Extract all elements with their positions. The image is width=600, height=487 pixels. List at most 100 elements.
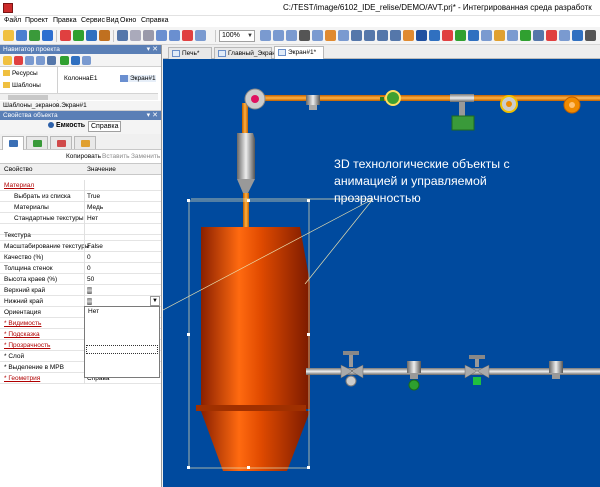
delete-item-icon[interactable] <box>14 56 23 65</box>
prop-row-materials[interactable]: Материалы Медь <box>0 202 161 213</box>
prop-row-texture[interactable]: Текстура <box>0 230 161 241</box>
polygon-icon[interactable] <box>377 30 388 41</box>
actuator-motor[interactable] <box>451 115 475 131</box>
paste-icon[interactable] <box>169 30 180 41</box>
menu-edit[interactable]: Правка <box>53 17 77 24</box>
dropdown-button[interactable]: ▼ <box>150 296 160 306</box>
back-icon[interactable] <box>25 56 34 65</box>
tab-screen1[interactable]: Экран#1* <box>274 46 324 59</box>
input-widget-icon[interactable] <box>507 30 518 41</box>
pointer-icon[interactable] <box>299 30 310 41</box>
save-all-icon[interactable] <box>42 30 53 41</box>
copy-icon[interactable] <box>156 30 167 41</box>
grid-icon[interactable] <box>195 30 206 41</box>
ellipse-icon[interactable] <box>364 30 375 41</box>
frame-widget-icon[interactable] <box>572 30 583 41</box>
filter[interactable] <box>237 133 255 179</box>
delete-icon[interactable] <box>182 30 193 41</box>
text-icon[interactable] <box>338 30 349 41</box>
paste-button[interactable]: Вставить <box>102 151 130 163</box>
feed-pipe[interactable] <box>243 193 249 227</box>
settings-icon[interactable] <box>99 30 110 41</box>
dropdown-option-none[interactable]: Нет <box>88 308 99 315</box>
alarm-icon[interactable] <box>442 30 453 41</box>
panel-close-icon[interactable]: ▾ ✕ <box>147 45 158 54</box>
tab-main-screen[interactable]: Главный_Экран <box>214 47 276 59</box>
edge-shape-dropdown[interactable]: Нет <box>84 306 160 378</box>
menu-project[interactable]: Проект <box>25 17 48 24</box>
combo-widget-icon[interactable] <box>559 30 570 41</box>
slider-icon[interactable] <box>494 30 505 41</box>
gas-sensor[interactable] <box>407 361 421 373</box>
add-icon[interactable] <box>29 30 40 41</box>
redo-icon[interactable] <box>130 30 141 41</box>
menu-service[interactable]: Сервис <box>81 17 105 24</box>
list-item-column[interactable]: КолоннаЕ1 <box>64 75 97 82</box>
prop-row-quality[interactable]: Качество (%) 0 <box>0 252 161 263</box>
undo-icon[interactable] <box>117 30 128 41</box>
zoom-fit-icon[interactable] <box>286 30 297 41</box>
image-icon[interactable] <box>403 30 414 41</box>
vertical-pipe[interactable] <box>242 103 248 133</box>
new-folder-icon[interactable] <box>3 56 12 65</box>
zoom-in-icon[interactable] <box>260 30 271 41</box>
list-item-screen[interactable]: Экран#1 <box>120 75 156 82</box>
prop-row-wall[interactable]: Толщина стенок 0 <box>0 263 161 274</box>
tab-animation[interactable] <box>74 136 96 149</box>
arrow-icon[interactable] <box>312 30 323 41</box>
line-icon[interactable] <box>325 30 336 41</box>
menu-help[interactable]: Справка <box>141 17 168 24</box>
tab-furnace[interactable]: Печь* <box>168 47 212 59</box>
properties-icon[interactable] <box>71 56 80 65</box>
table-icon[interactable] <box>468 30 479 41</box>
run-icon[interactable] <box>60 30 71 41</box>
list-widget-icon[interactable] <box>533 30 544 41</box>
menu-view[interactable]: Вид <box>106 17 119 24</box>
trend-icon[interactable] <box>455 30 466 41</box>
zoom-select[interactable]: 100% ▼ <box>219 30 255 42</box>
tab-object[interactable]: Емкость <box>48 122 85 129</box>
indicator-icon[interactable] <box>546 30 557 41</box>
menu-file[interactable]: Файл <box>4 17 21 24</box>
prop-row-material[interactable]: Материал <box>0 180 161 191</box>
view-icon[interactable] <box>82 56 91 65</box>
navigator-scrollbar[interactable] <box>0 93 158 100</box>
replace-button[interactable]: Заменить <box>131 151 160 163</box>
vessel[interactable] <box>201 227 310 409</box>
prop-row-textures[interactable]: Стандартные текстуры Нет <box>0 213 161 224</box>
sensor[interactable] <box>306 95 320 105</box>
dropdown-option-selected[interactable] <box>86 345 158 354</box>
prop-row-choose[interactable]: Выбрать из списка True <box>0 191 161 202</box>
home-icon[interactable] <box>47 56 56 65</box>
gas-sensor-2[interactable] <box>549 361 563 373</box>
refresh-icon[interactable] <box>60 56 69 65</box>
prop-row-edge-height[interactable]: Высота краев (%) 50 <box>0 274 161 285</box>
tab-styles[interactable] <box>50 136 72 149</box>
design-canvas[interactable] <box>163 59 600 487</box>
checkbox-widget-icon[interactable] <box>520 30 531 41</box>
gauge-icon[interactable] <box>429 30 440 41</box>
prop-row-texture-scale[interactable]: Масштабирование текстуры False <box>0 241 161 252</box>
prop-row-top-edge[interactable]: Верхний край <box>0 285 161 296</box>
more-tools-icon[interactable] <box>585 30 596 41</box>
rectangle-icon[interactable] <box>351 30 362 41</box>
cut-icon[interactable] <box>143 30 154 41</box>
forward-icon[interactable] <box>36 56 45 65</box>
build-icon[interactable] <box>73 30 84 41</box>
actuator[interactable] <box>450 94 474 102</box>
button-widget-icon[interactable] <box>481 30 492 41</box>
menu-window[interactable]: Окно <box>120 17 136 24</box>
top-pipe[interactable] <box>253 95 600 101</box>
tab-help[interactable]: Справка <box>88 121 122 132</box>
tab-events[interactable] <box>26 136 48 149</box>
tab-properties[interactable] <box>2 136 24 150</box>
zoom-out-icon[interactable] <box>273 30 284 41</box>
tree-item-resources[interactable]: Ресурсы <box>3 70 38 77</box>
tree-item-templates[interactable]: Шаблоны <box>3 82 41 89</box>
valve-green[interactable] <box>385 90 401 106</box>
bug-icon[interactable] <box>86 30 97 41</box>
sphere-icon[interactable] <box>416 30 427 41</box>
curve-icon[interactable] <box>390 30 401 41</box>
copy-button[interactable]: Копировать <box>66 151 101 163</box>
open-folder-icon[interactable] <box>3 30 14 41</box>
